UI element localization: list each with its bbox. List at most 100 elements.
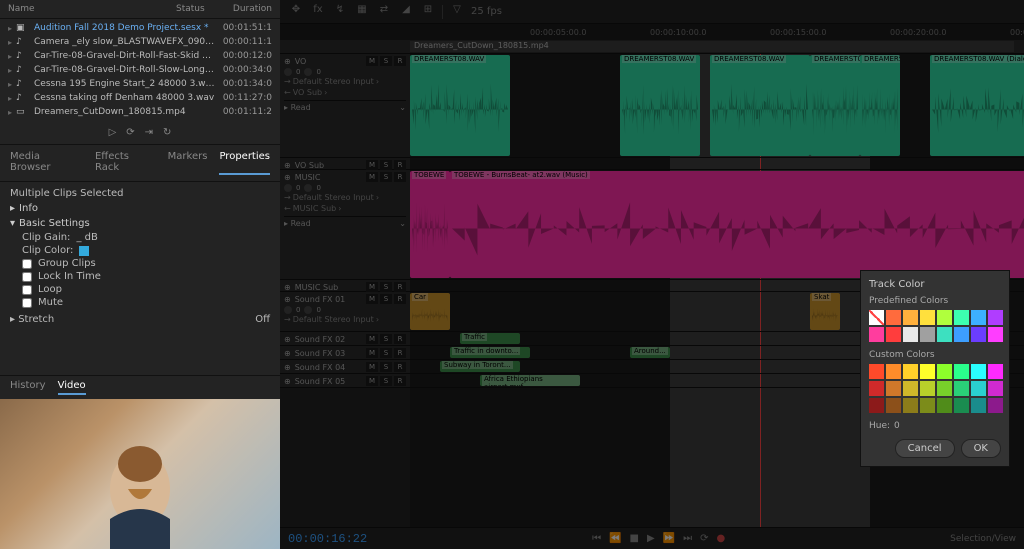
file-name: Car-Tire-08-Gravel-Dirt-Roll-Fast-Skid 3…: [34, 51, 216, 61]
file-name: Audition Fall 2018 Demo Project.sesx *: [34, 23, 216, 33]
file-duration: 00:01:34:0: [216, 79, 272, 89]
audio-icon: ♪: [16, 65, 30, 75]
color-swatch[interactable]: [988, 310, 1003, 325]
color-swatch[interactable]: [971, 381, 986, 396]
color-swatch[interactable]: [937, 398, 952, 413]
color-swatch[interactable]: [869, 364, 884, 379]
color-swatch[interactable]: [903, 327, 918, 342]
file-name: Camera _ely slow_BLASTWAVEFX_09092 48000…: [34, 37, 216, 47]
color-swatch[interactable]: [954, 398, 969, 413]
loop-checkbox[interactable]: [22, 285, 32, 295]
file-name: Cessna 195 Engine Start_2 48000 3.wav: [34, 79, 216, 89]
autoplay-icon[interactable]: ↻: [163, 127, 171, 138]
color-swatch[interactable]: [971, 364, 986, 379]
color-swatch[interactable]: [937, 381, 952, 396]
file-row[interactable]: ▸♪Car-Tire-08-Gravel-Dirt-Roll-Slow-Long…: [0, 63, 280, 77]
tab-history[interactable]: History: [10, 380, 46, 395]
color-swatch[interactable]: [971, 398, 986, 413]
group-clips-checkbox[interactable]: [22, 259, 32, 269]
ok-button[interactable]: OK: [961, 439, 1001, 458]
audio-icon: ♪: [16, 51, 30, 61]
color-swatch[interactable]: [886, 310, 901, 325]
mute-checkbox[interactable]: [22, 298, 32, 308]
stretch-value: Off: [255, 314, 270, 325]
audio-icon: ♪: [16, 79, 30, 89]
panel-tabs: Media Browser Effects Rack Markers Prope…: [0, 144, 280, 182]
audio-icon: ♪: [16, 37, 30, 47]
predefined-colors-label: Predefined Colors: [869, 296, 1001, 306]
color-swatch[interactable]: [988, 327, 1003, 342]
color-swatch[interactable]: [937, 327, 952, 342]
properties-panel: Multiple Clips Selected ▸Info ▾Basic Set…: [0, 182, 280, 333]
color-swatch[interactable]: [988, 381, 1003, 396]
file-list: ▸▣Audition Fall 2018 Demo Project.sesx *…: [0, 19, 280, 121]
video-icon: ▭: [16, 107, 30, 117]
color-swatch[interactable]: [903, 364, 918, 379]
file-transport: ▷ ⟳ ⇥ ↻: [0, 121, 280, 144]
in-icon[interactable]: ⇥: [145, 127, 153, 138]
history-tabs: History Video: [0, 375, 280, 399]
hue-value[interactable]: 0: [894, 421, 900, 431]
cancel-button[interactable]: Cancel: [895, 439, 955, 458]
tab-effects-rack[interactable]: Effects Rack: [95, 151, 156, 175]
color-swatch[interactable]: [869, 381, 884, 396]
name-column[interactable]: Name: [8, 4, 176, 14]
file-duration: 00:01:11:2: [216, 107, 272, 117]
color-swatch[interactable]: [886, 327, 901, 342]
color-swatch[interactable]: [920, 327, 935, 342]
track-color-picker: Track Color Predefined Colors Custom Col…: [860, 270, 1010, 467]
color-swatch[interactable]: [954, 364, 969, 379]
file-name: Cessna taking off Denham 48000 3.wav: [34, 93, 216, 103]
stretch-section[interactable]: Stretch: [18, 314, 54, 325]
duration-column[interactable]: Duration: [216, 4, 272, 14]
color-swatch[interactable]: [886, 398, 901, 413]
tab-properties[interactable]: Properties: [219, 151, 270, 175]
color-swatch[interactable]: [869, 327, 884, 342]
color-swatch[interactable]: [920, 310, 935, 325]
play-icon[interactable]: ▷: [109, 127, 117, 138]
color-swatch[interactable]: [903, 310, 918, 325]
color-swatch[interactable]: [869, 310, 884, 325]
file-duration: 00:00:34:0: [216, 65, 272, 75]
tab-video[interactable]: Video: [58, 380, 86, 395]
video-preview: [0, 399, 280, 549]
file-row[interactable]: ▸▭Dreamers_CutDown_180815.mp400:01:11:2: [0, 105, 280, 119]
color-swatch[interactable]: [971, 327, 986, 342]
color-swatch[interactable]: [920, 398, 935, 413]
color-swatch[interactable]: [886, 364, 901, 379]
color-swatch[interactable]: [920, 364, 935, 379]
color-swatch[interactable]: [920, 381, 935, 396]
tab-media-browser[interactable]: Media Browser: [10, 151, 83, 175]
clip-color-chip[interactable]: [79, 246, 89, 256]
file-row[interactable]: ▸▣Audition Fall 2018 Demo Project.sesx *…: [0, 21, 280, 35]
color-swatch[interactable]: [869, 398, 884, 413]
clip-color-label: Clip Color:: [22, 245, 73, 256]
tab-markers[interactable]: Markers: [168, 151, 208, 175]
file-row[interactable]: ▸♪Cessna taking off Denham 48000 3.wav00…: [0, 91, 280, 105]
color-swatch[interactable]: [988, 398, 1003, 413]
color-swatch[interactable]: [903, 398, 918, 413]
status-column[interactable]: Status: [176, 4, 216, 14]
basic-settings-section[interactable]: Basic Settings: [19, 218, 90, 229]
color-swatch[interactable]: [903, 381, 918, 396]
file-row[interactable]: ▸♪Camera _ely slow_BLASTWAVEFX_09092 480…: [0, 35, 280, 49]
color-swatch[interactable]: [937, 310, 952, 325]
color-swatch[interactable]: [954, 327, 969, 342]
clip-gain-label: Clip Gain:: [22, 232, 70, 243]
color-swatch[interactable]: [988, 364, 1003, 379]
file-duration: 00:00:12:0: [216, 51, 272, 61]
loop-icon[interactable]: ⟳: [126, 127, 134, 138]
info-section[interactable]: Info: [19, 203, 38, 214]
file-row[interactable]: ▸♪Car-Tire-08-Gravel-Dirt-Roll-Fast-Skid…: [0, 49, 280, 63]
color-swatch[interactable]: [886, 381, 901, 396]
color-swatch[interactable]: [937, 364, 952, 379]
lock-in-time-checkbox[interactable]: [22, 272, 32, 282]
file-row[interactable]: ▸♪Cessna 195 Engine Start_2 48000 3.wav0…: [0, 77, 280, 91]
color-swatch[interactable]: [954, 381, 969, 396]
color-swatch[interactable]: [954, 310, 969, 325]
color-swatch[interactable]: [971, 310, 986, 325]
file-list-header: Name Status Duration: [0, 0, 280, 19]
file-name: Car-Tire-08-Gravel-Dirt-Roll-Slow-Long 3…: [34, 65, 216, 75]
clip-gain-value[interactable]: _ dB: [76, 232, 97, 243]
hue-label: Hue:: [869, 421, 890, 431]
